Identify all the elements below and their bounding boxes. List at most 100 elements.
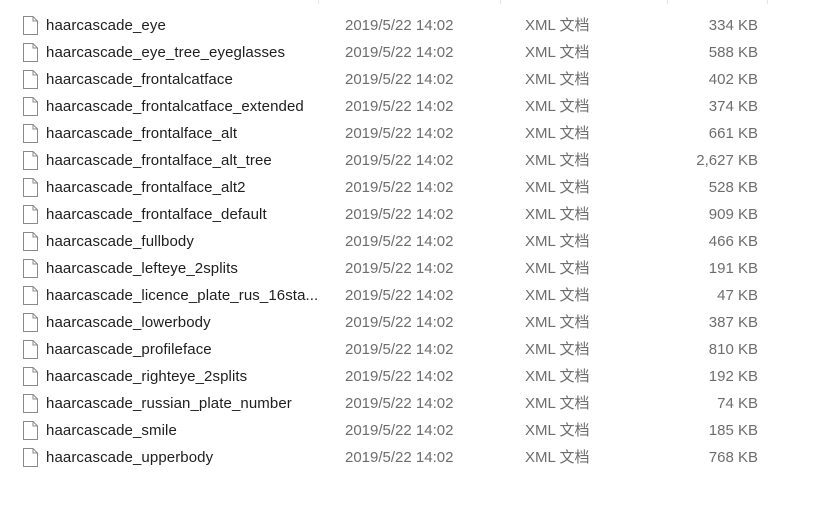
- file-size: 192 KB: [708, 368, 758, 385]
- file-row[interactable]: haarcascade_righteye_2splits 2019/5/22 1…: [0, 363, 780, 390]
- column-divider[interactable]: [667, 0, 668, 4]
- file-icon: [23, 286, 38, 305]
- file-modified-date: 2019/5/22 14:02: [345, 314, 454, 331]
- file-name: haarcascade_russian_plate_number: [46, 395, 292, 412]
- file-icon: [23, 394, 38, 413]
- file-icon: [23, 313, 38, 332]
- file-modified-date: 2019/5/22 14:02: [345, 395, 454, 412]
- file-size: 334 KB: [708, 17, 758, 34]
- file-size: 74 KB: [717, 395, 758, 412]
- file-type: XML 文档: [525, 422, 590, 439]
- file-row[interactable]: haarcascade_frontalface_default 2019/5/2…: [0, 201, 780, 228]
- file-icon: [23, 340, 38, 359]
- file-modified-date: 2019/5/22 14:02: [345, 449, 454, 466]
- file-modified-date: 2019/5/22 14:02: [345, 422, 454, 439]
- column-divider[interactable]: [500, 0, 501, 4]
- file-name: haarcascade_frontalface_alt2: [46, 179, 246, 196]
- file-modified-date: 2019/5/22 14:02: [345, 125, 454, 142]
- file-name: haarcascade_frontalcatface_extended: [46, 98, 304, 115]
- file-row[interactable]: haarcascade_fullbody 2019/5/22 14:02 XML…: [0, 228, 780, 255]
- file-name: haarcascade_frontalface_alt: [46, 125, 238, 142]
- file-list: haarcascade_eye 2019/5/22 14:02 XML 文档 3…: [0, 12, 816, 471]
- file-type: XML 文档: [525, 125, 590, 142]
- file-size: 374 KB: [708, 98, 758, 115]
- file-row[interactable]: haarcascade_profileface 2019/5/22 14:02 …: [0, 336, 780, 363]
- file-modified-date: 2019/5/22 14:02: [345, 260, 454, 277]
- file-modified-date: 2019/5/22 14:02: [345, 17, 454, 34]
- file-row[interactable]: haarcascade_frontalface_alt_tree 2019/5/…: [0, 147, 780, 174]
- file-icon: [23, 421, 38, 440]
- file-row[interactable]: haarcascade_frontalcatface 2019/5/22 14:…: [0, 66, 780, 93]
- file-name: haarcascade_smile: [46, 422, 177, 439]
- file-row[interactable]: haarcascade_lefteye_2splits 2019/5/22 14…: [0, 255, 780, 282]
- file-type: XML 文档: [525, 314, 590, 331]
- file-icon: [23, 16, 38, 35]
- file-name: haarcascade_upperbody: [46, 449, 214, 466]
- file-row[interactable]: haarcascade_frontalface_alt2 2019/5/22 1…: [0, 174, 780, 201]
- file-type: XML 文档: [525, 368, 590, 385]
- file-icon: [23, 97, 38, 116]
- file-size: 768 KB: [708, 449, 758, 466]
- file-icon: [23, 367, 38, 386]
- file-name: haarcascade_frontalface_alt_tree: [46, 152, 272, 169]
- file-icon: [23, 151, 38, 170]
- file-modified-date: 2019/5/22 14:02: [345, 287, 454, 304]
- file-type: XML 文档: [525, 260, 590, 277]
- file-type: XML 文档: [525, 341, 590, 358]
- file-size: 909 KB: [708, 206, 758, 223]
- file-size: 810 KB: [708, 341, 758, 358]
- file-size: 528 KB: [708, 179, 758, 196]
- file-size: 661 KB: [708, 125, 758, 142]
- file-size: 185 KB: [708, 422, 758, 439]
- file-type: XML 文档: [525, 71, 590, 88]
- file-name: haarcascade_lowerbody: [46, 314, 211, 331]
- file-icon: [23, 205, 38, 224]
- file-modified-date: 2019/5/22 14:02: [345, 368, 454, 385]
- file-row[interactable]: haarcascade_eye 2019/5/22 14:02 XML 文档 3…: [0, 12, 780, 39]
- file-modified-date: 2019/5/22 14:02: [345, 98, 454, 115]
- file-type: XML 文档: [525, 233, 590, 250]
- file-modified-date: 2019/5/22 14:02: [345, 233, 454, 250]
- file-size: 402 KB: [708, 71, 758, 88]
- file-icon: [23, 124, 38, 143]
- file-row[interactable]: haarcascade_eye_tree_eyeglasses 2019/5/2…: [0, 39, 780, 66]
- column-divider[interactable]: [767, 0, 768, 4]
- file-icon: [23, 259, 38, 278]
- file-size: 466 KB: [708, 233, 758, 250]
- file-type: XML 文档: [525, 98, 590, 115]
- file-type: XML 文档: [525, 395, 590, 412]
- file-row[interactable]: haarcascade_lowerbody 2019/5/22 14:02 XM…: [0, 309, 780, 336]
- file-name: haarcascade_licence_plate_rus_16sta...: [46, 287, 319, 304]
- file-modified-date: 2019/5/22 14:02: [345, 44, 454, 61]
- file-row[interactable]: haarcascade_licence_plate_rus_16sta... 2…: [0, 282, 780, 309]
- file-row[interactable]: haarcascade_frontalface_alt 2019/5/22 14…: [0, 120, 780, 147]
- file-icon: [23, 70, 38, 89]
- file-name: haarcascade_eye: [46, 17, 166, 34]
- file-name: haarcascade_profileface: [46, 341, 212, 358]
- file-modified-date: 2019/5/22 14:02: [345, 71, 454, 88]
- file-type: XML 文档: [525, 206, 590, 223]
- file-modified-date: 2019/5/22 14:02: [345, 179, 454, 196]
- file-row[interactable]: haarcascade_smile 2019/5/22 14:02 XML 文档…: [0, 417, 780, 444]
- column-divider[interactable]: [318, 0, 319, 4]
- file-name: haarcascade_righteye_2splits: [46, 368, 248, 385]
- file-size: 2,627 KB: [696, 152, 758, 169]
- file-name: haarcascade_eye_tree_eyeglasses: [46, 44, 286, 61]
- file-modified-date: 2019/5/22 14:02: [345, 341, 454, 358]
- file-type: XML 文档: [525, 287, 590, 304]
- file-size: 588 KB: [708, 44, 758, 61]
- file-row[interactable]: haarcascade_upperbody 2019/5/22 14:02 XM…: [0, 444, 780, 471]
- file-type: XML 文档: [525, 179, 590, 196]
- file-name: haarcascade_frontalcatface: [46, 71, 233, 88]
- file-name: haarcascade_fullbody: [46, 233, 194, 250]
- file-row[interactable]: haarcascade_frontalcatface_extended 2019…: [0, 93, 780, 120]
- file-size: 47 KB: [717, 287, 758, 304]
- column-header-strip: [0, 0, 816, 4]
- file-icon: [23, 232, 38, 251]
- file-name: haarcascade_frontalface_default: [46, 206, 267, 223]
- file-name: haarcascade_lefteye_2splits: [46, 260, 238, 277]
- file-icon: [23, 448, 38, 467]
- file-row[interactable]: haarcascade_russian_plate_number 2019/5/…: [0, 390, 780, 417]
- file-size: 387 KB: [708, 314, 758, 331]
- file-type: XML 文档: [525, 449, 590, 466]
